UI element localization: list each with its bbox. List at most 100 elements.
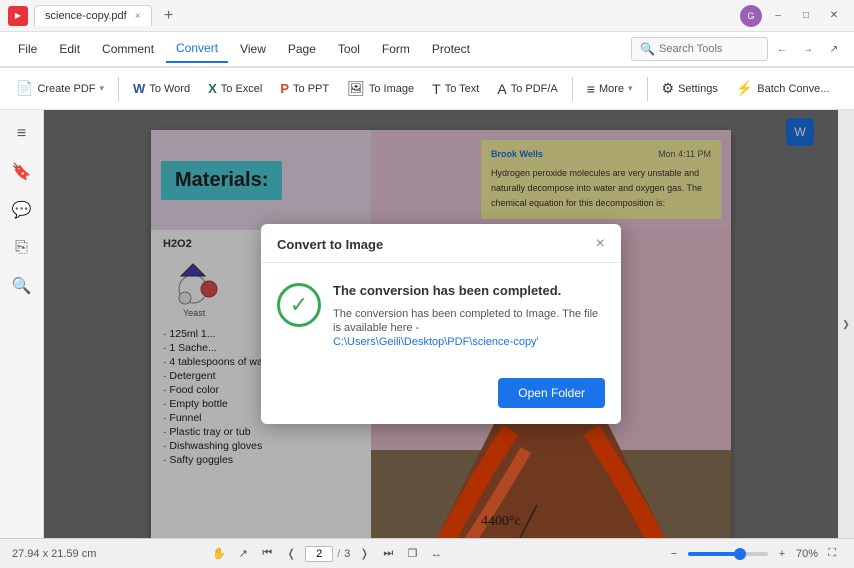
left-sidebar: ≡ 🔖 💬 ⎘ 🔍 (0, 110, 44, 538)
open-folder-button[interactable]: Open Folder (498, 378, 605, 408)
total-pages: 3 (344, 548, 350, 560)
dialog-body: ✓ The conversion has been completed. The… (261, 263, 621, 368)
toolbar-separator-2 (572, 77, 573, 101)
batch-icon: ⚡ (736, 80, 753, 97)
menu-convert[interactable]: Convert (166, 35, 228, 63)
batch-convert-button[interactable]: ⚡ Batch Conve... (728, 75, 838, 102)
zoom-out-button[interactable]: − (664, 544, 684, 564)
to-excel-icon: X (208, 81, 217, 96)
to-word-label: To Word (149, 83, 190, 95)
window-close-button[interactable]: ✕ (822, 4, 846, 28)
fullscreen-button[interactable]: ⛶ (822, 544, 842, 564)
title-bar-right: G – □ ✕ (740, 4, 846, 28)
batch-label: Batch Conve... (757, 83, 829, 95)
dialog-sub-message: The conversion has been completed to Ima… (333, 306, 605, 348)
main-area: ≡ 🔖 💬 ⎘ 🔍 W Materials: (0, 110, 854, 538)
zoom-in-button[interactable]: + (772, 544, 792, 564)
more-button[interactable]: ≡ More (579, 76, 641, 102)
menu-page[interactable]: Page (278, 36, 326, 62)
current-page-input[interactable] (305, 546, 333, 562)
to-text-label: To Text (445, 83, 480, 95)
menu-bar: File Edit Comment Convert View Page Tool… (0, 32, 854, 68)
menu-tool[interactable]: Tool (328, 36, 370, 62)
settings-button[interactable]: ⚙ Settings (654, 75, 726, 102)
dialog-title: Convert to Image (277, 237, 383, 252)
select-tool-button[interactable]: ↗ (233, 544, 253, 564)
to-pdfa-button[interactable]: A To PDF/A (489, 76, 565, 102)
hand-tool-button[interactable]: ✋ (209, 544, 229, 564)
fit-page-button[interactable]: ❐ (402, 544, 422, 564)
search-icon: 🔍 (640, 42, 655, 56)
page-navigation: ✋ ↗ ⏮ ❬ / 3 ❭ ⏭ ❐ ↔ (209, 544, 446, 564)
dialog-main-message: The conversion has been completed. (333, 283, 605, 298)
dialog-file-path: C:\Users\Geili\Desktop\PDF\science-copy' (333, 336, 605, 348)
to-image-label: To Image (369, 83, 414, 95)
dialog-footer: Open Folder (261, 368, 621, 424)
external-link-button[interactable]: ↗ (822, 37, 846, 61)
search-tools-input[interactable] (659, 43, 759, 55)
to-text-icon: T (432, 81, 441, 97)
right-sidebar-collapse[interactable]: ❯ (838, 110, 854, 538)
title-bar-left: science-copy.pdf × + (8, 5, 740, 27)
dialog-close-button[interactable]: × (596, 236, 605, 252)
sidebar-comment-icon[interactable]: 💬 (6, 194, 38, 226)
app-tab[interactable]: science-copy.pdf × (34, 5, 152, 26)
to-text-button[interactable]: T To Text (424, 76, 487, 102)
to-ppt-button[interactable]: P To PPT (272, 76, 337, 101)
forward-button[interactable]: → (796, 37, 820, 61)
to-word-icon: W (133, 81, 145, 96)
dialog-sub-text: The conversion has been completed to Ima… (333, 308, 598, 334)
sidebar-panels-icon[interactable]: ≡ (6, 118, 38, 150)
back-button[interactable]: ← (770, 37, 794, 61)
sidebar-pages-icon[interactable]: ⎘ (6, 232, 38, 264)
pdf-viewer: W Materials: Brook Wells Mon 4:11 PM (44, 110, 838, 538)
menu-file[interactable]: File (8, 36, 47, 62)
fit-width-button[interactable]: ↔ (426, 544, 446, 564)
to-excel-button[interactable]: X To Excel (200, 76, 270, 101)
menu-form[interactable]: Form (372, 36, 420, 62)
to-word-button[interactable]: W To Word (125, 76, 198, 101)
settings-label: Settings (678, 83, 718, 95)
first-page-button[interactable]: ⏮ (257, 544, 277, 564)
menu-comment[interactable]: Comment (92, 36, 164, 62)
sidebar-bookmark-icon[interactable]: 🔖 (6, 156, 38, 188)
menu-view[interactable]: View (230, 36, 276, 62)
toolbar-separator-3 (647, 77, 648, 101)
dialog-header: Convert to Image × (261, 224, 621, 263)
profile-avatar[interactable]: G (740, 5, 762, 27)
create-pdf-label: Create PDF (37, 83, 95, 95)
dialog-overlay: Convert to Image × ✓ The conversion has … (44, 110, 838, 538)
dialog-text-content: The conversion has been completed. The c… (333, 283, 605, 348)
zoom-slider-fill (688, 552, 738, 556)
more-icon: ≡ (587, 81, 595, 97)
more-label: More (599, 83, 624, 95)
toolbar: 📄 Create PDF W To Word X To Excel P To P… (0, 68, 854, 110)
zoom-slider-track[interactable] (688, 552, 768, 556)
to-image-button[interactable]: 🖼 To Image (339, 75, 422, 102)
new-tab-button[interactable]: + (158, 5, 180, 27)
menu-protect[interactable]: Protect (422, 36, 480, 62)
search-tools-area: 🔍 (631, 37, 768, 61)
to-ppt-icon: P (280, 81, 289, 96)
page-size-label: 27.94 x 21.59 cm (12, 548, 96, 560)
last-page-button[interactable]: ⏭ (378, 544, 398, 564)
tab-close-button[interactable]: × (135, 11, 141, 22)
zoom-slider-thumb[interactable] (734, 548, 746, 560)
to-image-icon: 🖼 (347, 80, 365, 97)
to-pdfa-icon: A (497, 81, 506, 97)
restore-button[interactable]: □ (794, 4, 818, 28)
prev-page-button[interactable]: ❬ (281, 544, 301, 564)
zoom-controls: − + 70% ⛶ (664, 544, 842, 564)
settings-icon: ⚙ (662, 80, 675, 97)
zoom-percent-label: 70% (796, 548, 818, 560)
create-pdf-button[interactable]: 📄 Create PDF (8, 75, 112, 102)
convert-to-image-dialog: Convert to Image × ✓ The conversion has … (261, 224, 621, 424)
sidebar-search-icon[interactable]: 🔍 (6, 270, 38, 302)
create-pdf-icon: 📄 (16, 80, 33, 97)
menu-edit[interactable]: Edit (49, 36, 90, 62)
status-bar: 27.94 x 21.59 cm ✋ ↗ ⏮ ❬ / 3 ❭ ⏭ ❐ ↔ − +… (0, 538, 854, 568)
minimize-button[interactable]: – (766, 4, 790, 28)
toolbar-separator-1 (118, 77, 119, 101)
app-icon (8, 6, 28, 26)
next-page-button[interactable]: ❭ (354, 544, 374, 564)
